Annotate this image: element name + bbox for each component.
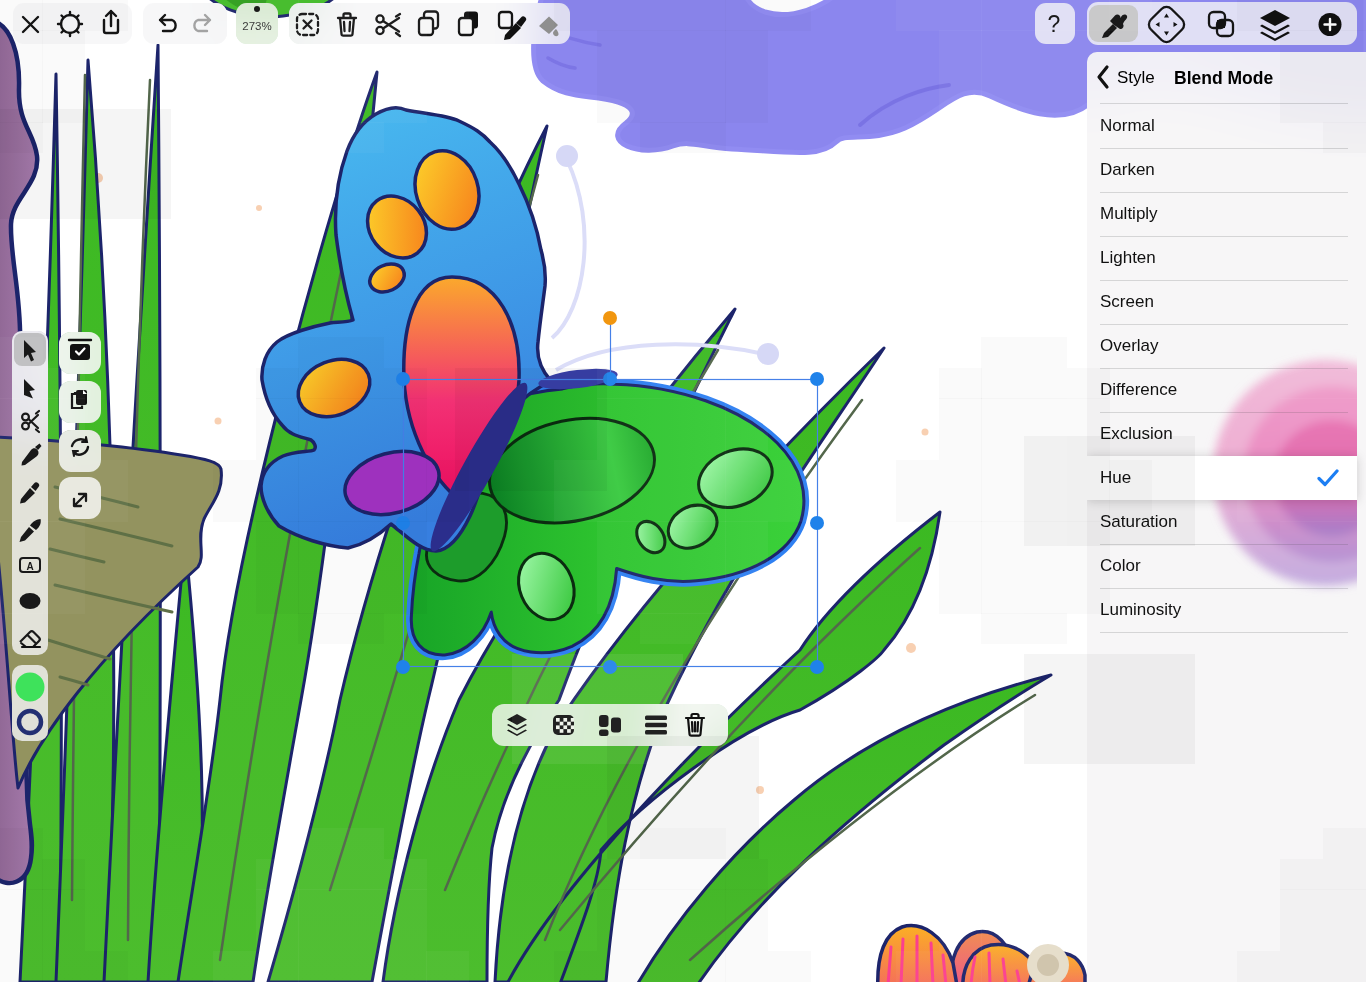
svg-text:273%: 273% [242,20,271,32]
svg-text:A: A [26,561,33,572]
svg-text:?: ? [1048,11,1061,37]
